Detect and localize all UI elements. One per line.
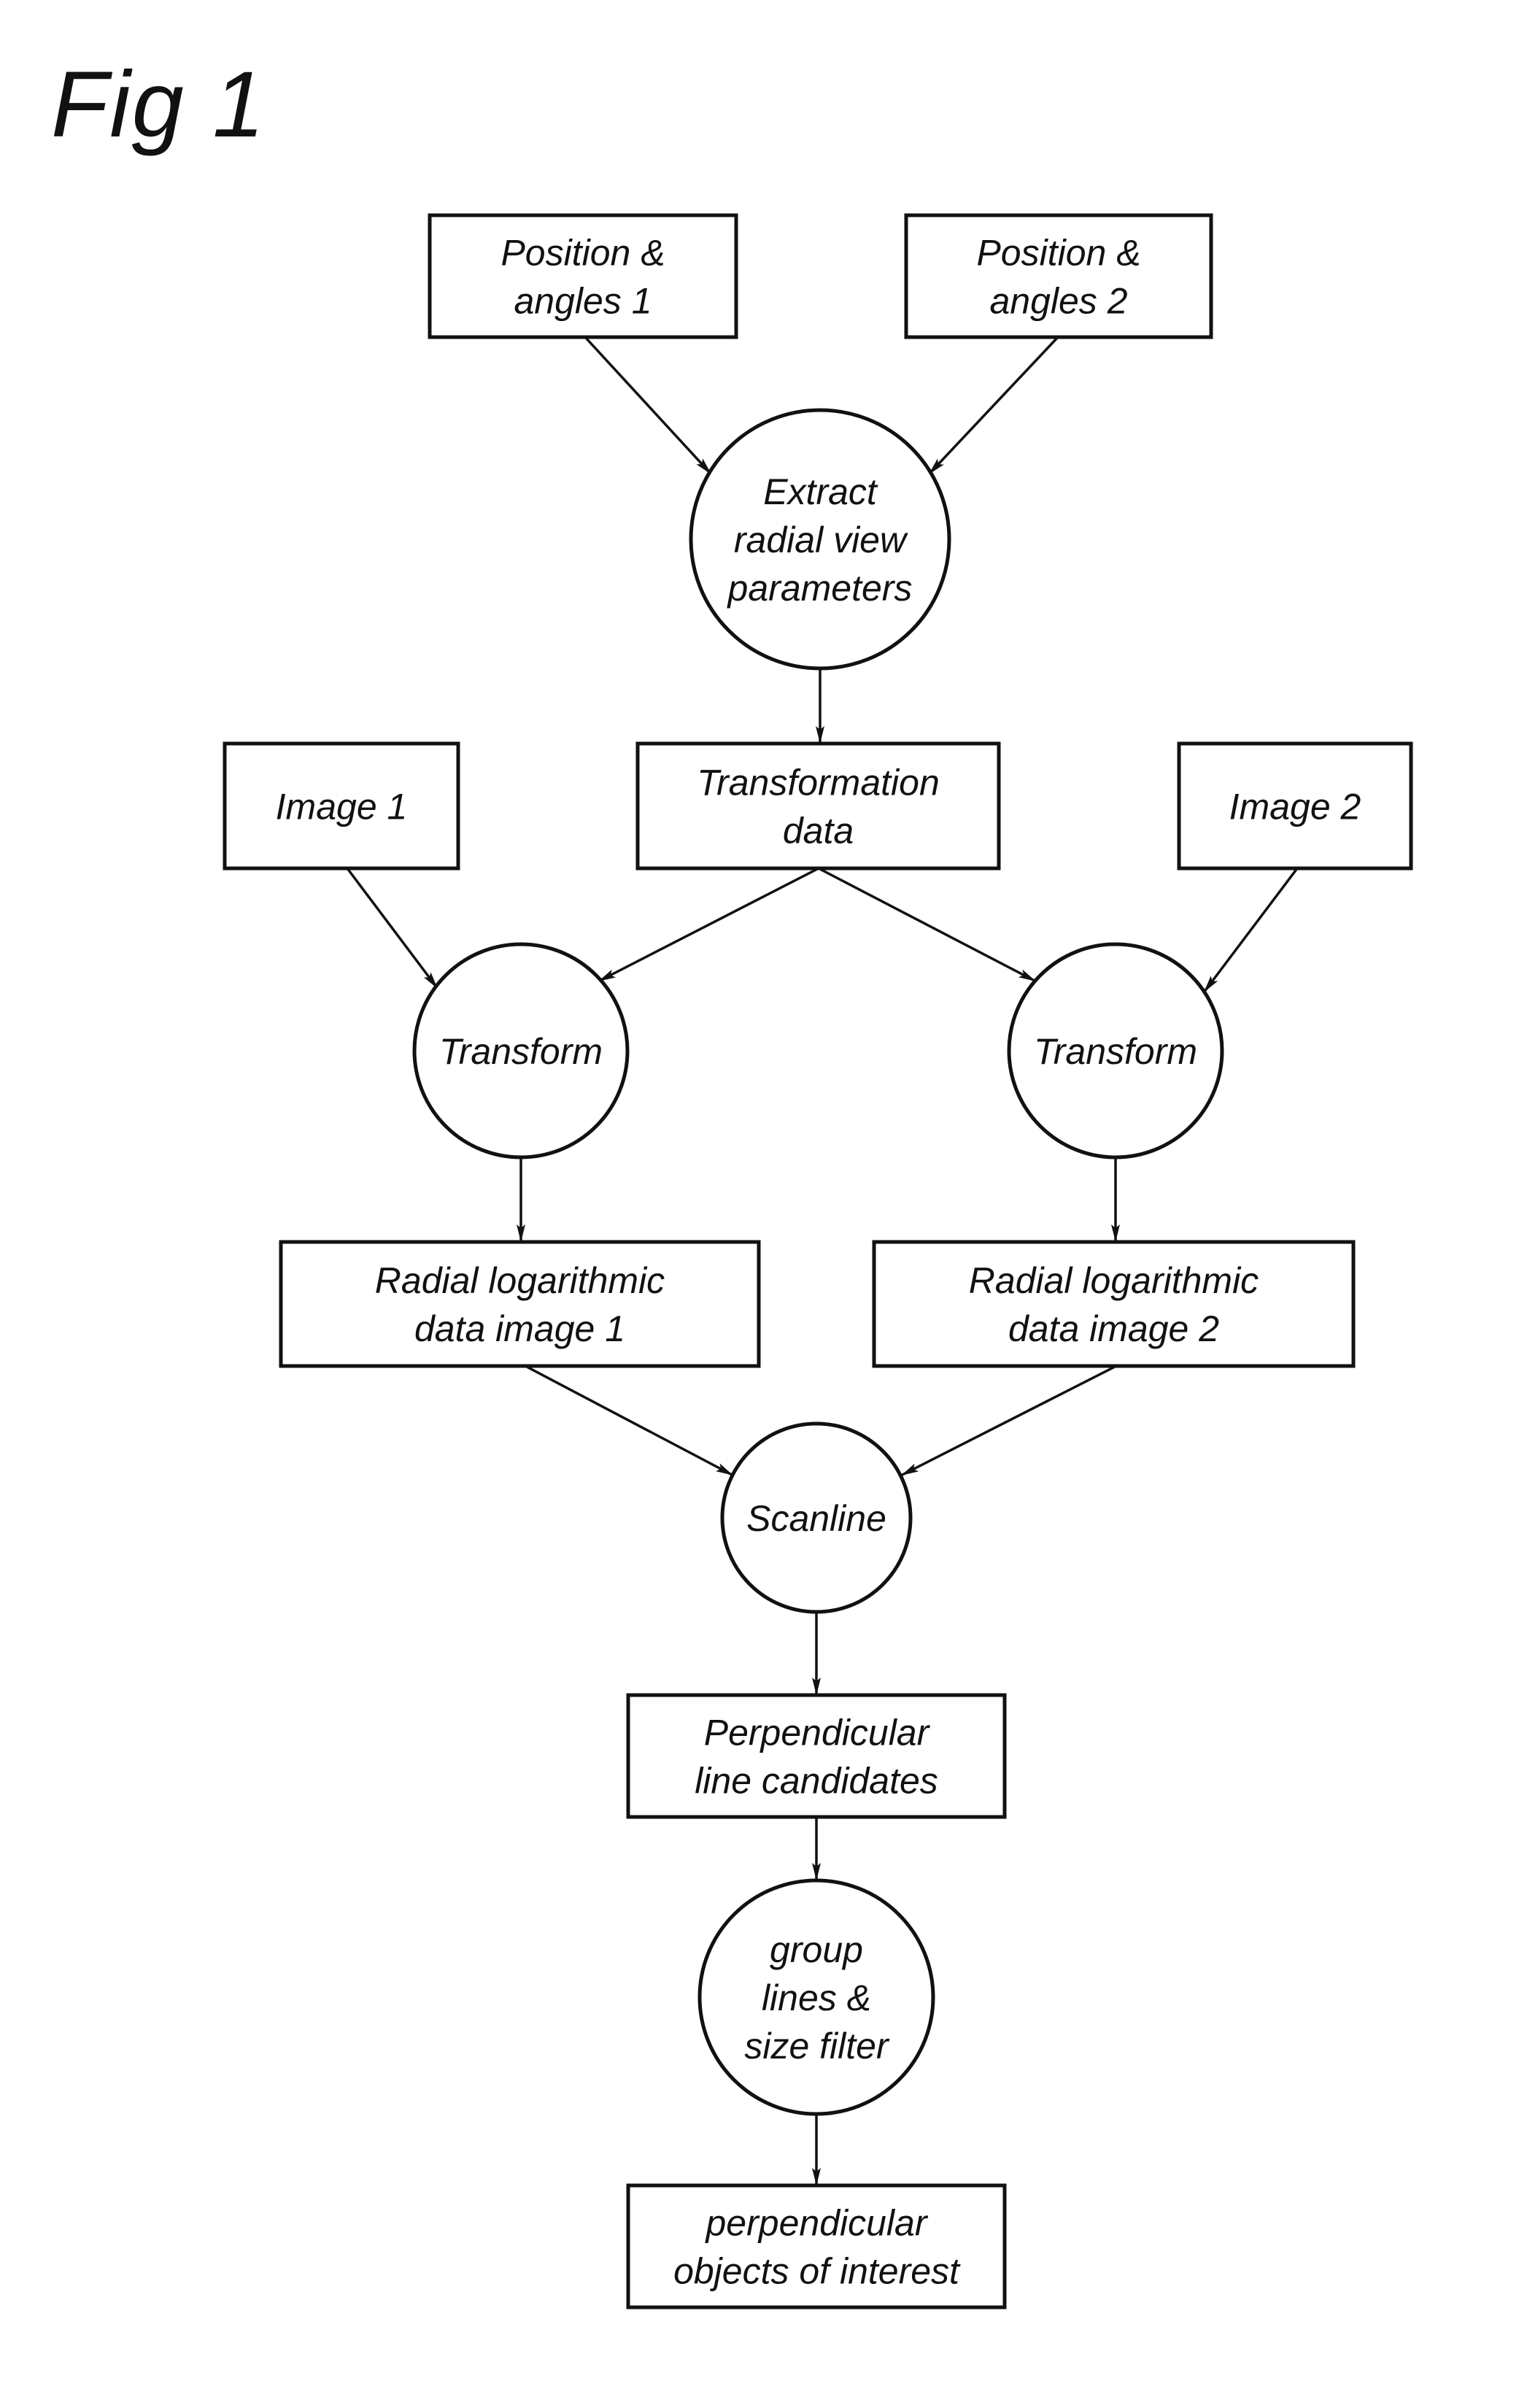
node-objects: perpendicular objects of interest: [626, 2183, 1007, 2309]
node-label-line: Transform: [1034, 1031, 1197, 1072]
node-label-line: Radial logarithmic: [969, 1260, 1259, 1301]
node-label-line: Scanline: [746, 1498, 886, 1539]
node-label-line: data image 2: [1008, 1308, 1219, 1349]
arrow-pos2-to-extract: [927, 336, 1059, 476]
node-label-line: data image 1: [414, 1308, 625, 1349]
node-perpcand: Perpendicular line candidates: [626, 1693, 1007, 1819]
node-label-line: lines &: [762, 1977, 871, 2018]
arrow-pos1-to-extract: [584, 336, 713, 476]
node-label-line: parameters: [727, 568, 913, 609]
node-label-line: perpendicular: [705, 2203, 929, 2244]
arrow-radial1-to-scanline: [525, 1365, 734, 1477]
node-pos2: Position & angles 2: [904, 213, 1213, 339]
node-label-line: Transformation: [697, 763, 940, 803]
node-image2: Image 2: [1177, 741, 1413, 871]
node-label-line: angles 1: [514, 281, 652, 322]
arrow-radial2-to-scanline: [900, 1365, 1117, 1477]
nodes-layer: Position & angles 1 Position & angles 2 Extr…: [223, 213, 1413, 2309]
node-radial1: Radial logarithmic data image 1: [279, 1240, 761, 1368]
node-transform1: Transform: [412, 942, 630, 1159]
arrow-image2-to-transform2: [1202, 867, 1299, 994]
node-label-line: data: [783, 811, 854, 852]
node-label-line: radial view: [734, 520, 908, 560]
node-transform2: Transform: [1007, 942, 1224, 1159]
node-label-line: size filter: [744, 2026, 890, 2067]
arrow-transdata-to-transform1: [598, 867, 819, 983]
node-group: group lines & size filter: [697, 1878, 935, 2116]
node-pos1: Position & angles 1: [428, 213, 738, 339]
arrow-image1-to-transform1: [346, 867, 439, 990]
node-transdata: Transformation data: [635, 741, 1001, 871]
node-label-line: Radial logarithmic: [375, 1260, 665, 1301]
node-extract: Extract radial view parameters: [689, 408, 951, 671]
node-label-line: Perpendicular: [704, 1713, 931, 1753]
node-label-line: Position &: [500, 233, 665, 274]
node-label-line: Position &: [976, 233, 1140, 274]
node-label-line: Extract: [763, 471, 878, 512]
node-label-line: Transform: [439, 1031, 603, 1072]
node-label-line: Image 1: [276, 787, 408, 827]
node-label-line: line candidates: [695, 1761, 938, 1802]
arrow-transdata-to-transform2: [818, 867, 1037, 983]
node-label-line: Image 2: [1229, 787, 1361, 827]
flowchart: Position & angles 1 Position & angles 2 Extr…: [223, 213, 1413, 2309]
node-label-line: objects of interest: [673, 2251, 961, 2292]
node-radial2: Radial logarithmic data image 2: [872, 1240, 1356, 1368]
node-label-line: group: [770, 1929, 863, 1970]
node-label-line: angles 2: [989, 281, 1127, 322]
node-image1: Image 1: [223, 741, 460, 871]
node-scanline: Scanline: [720, 1421, 913, 1614]
